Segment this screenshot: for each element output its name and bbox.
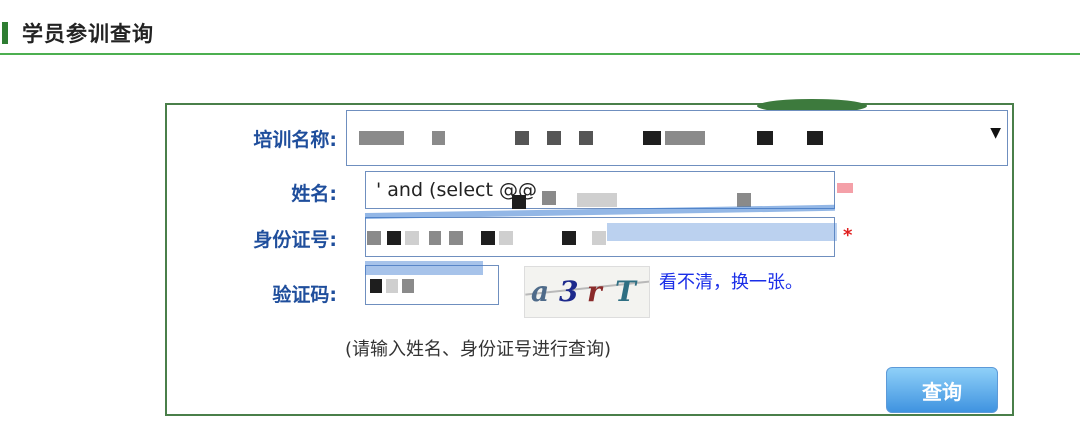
redaction-block <box>387 231 401 245</box>
redaction-block <box>737 193 751 207</box>
redaction-block <box>579 131 593 145</box>
page-title: 学员参训查询 <box>22 22 154 46</box>
name-label: 姓名: <box>291 183 337 205</box>
redaction-block <box>432 131 445 145</box>
captcha-image[interactable]: a 3 r T <box>524 266 650 318</box>
redaction-block <box>359 131 404 145</box>
captcha-char: 3 <box>559 275 579 308</box>
captcha-char: T <box>615 275 636 308</box>
redaction-stroke <box>607 223 837 241</box>
redaction-block <box>515 131 529 145</box>
id-number-label: 身份证号: <box>253 229 337 251</box>
page-header: 学员参训查询 <box>0 0 1080 56</box>
redaction-block <box>577 193 617 207</box>
redaction-block <box>562 231 576 245</box>
required-star: * <box>843 225 853 246</box>
captcha-char: a <box>531 275 550 308</box>
redaction-block <box>367 231 381 245</box>
redaction-block <box>807 131 823 145</box>
training-name-select[interactable]: ▼ <box>346 110 1008 166</box>
header-divider <box>0 53 1080 55</box>
query-form-panel: 培训名称: ▼ 姓名: 身份证号: * 验证码: a 3 r <box>165 99 1014 416</box>
redaction-block <box>499 231 513 245</box>
header-marker <box>2 22 8 44</box>
redaction-block <box>429 231 441 245</box>
query-hint: (请输入姓名、身份证号进行查询) <box>345 339 612 360</box>
redaction-block <box>402 279 414 293</box>
redaction-block <box>405 231 419 245</box>
query-button[interactable]: 查询 <box>886 367 998 413</box>
redaction-block <box>643 131 661 145</box>
redaction-block <box>665 131 705 145</box>
redaction-stroke <box>365 261 483 275</box>
redaction-block <box>757 131 773 145</box>
redaction-block <box>386 279 398 293</box>
redaction-block <box>512 195 526 209</box>
training-name-label: 培训名称: <box>253 129 337 151</box>
redaction-block <box>449 231 463 245</box>
captcha-char: r <box>587 275 602 308</box>
redaction-block <box>370 279 382 293</box>
chevron-down-icon: ▼ <box>990 125 1001 141</box>
refresh-captcha-link[interactable]: 看不清，换一张。 <box>659 268 803 294</box>
required-marker <box>837 183 853 193</box>
redaction-block <box>542 191 556 205</box>
redaction-block <box>481 231 495 245</box>
captcha-label: 验证码: <box>272 284 337 306</box>
redaction-block <box>547 131 561 145</box>
redaction-block <box>592 231 606 245</box>
